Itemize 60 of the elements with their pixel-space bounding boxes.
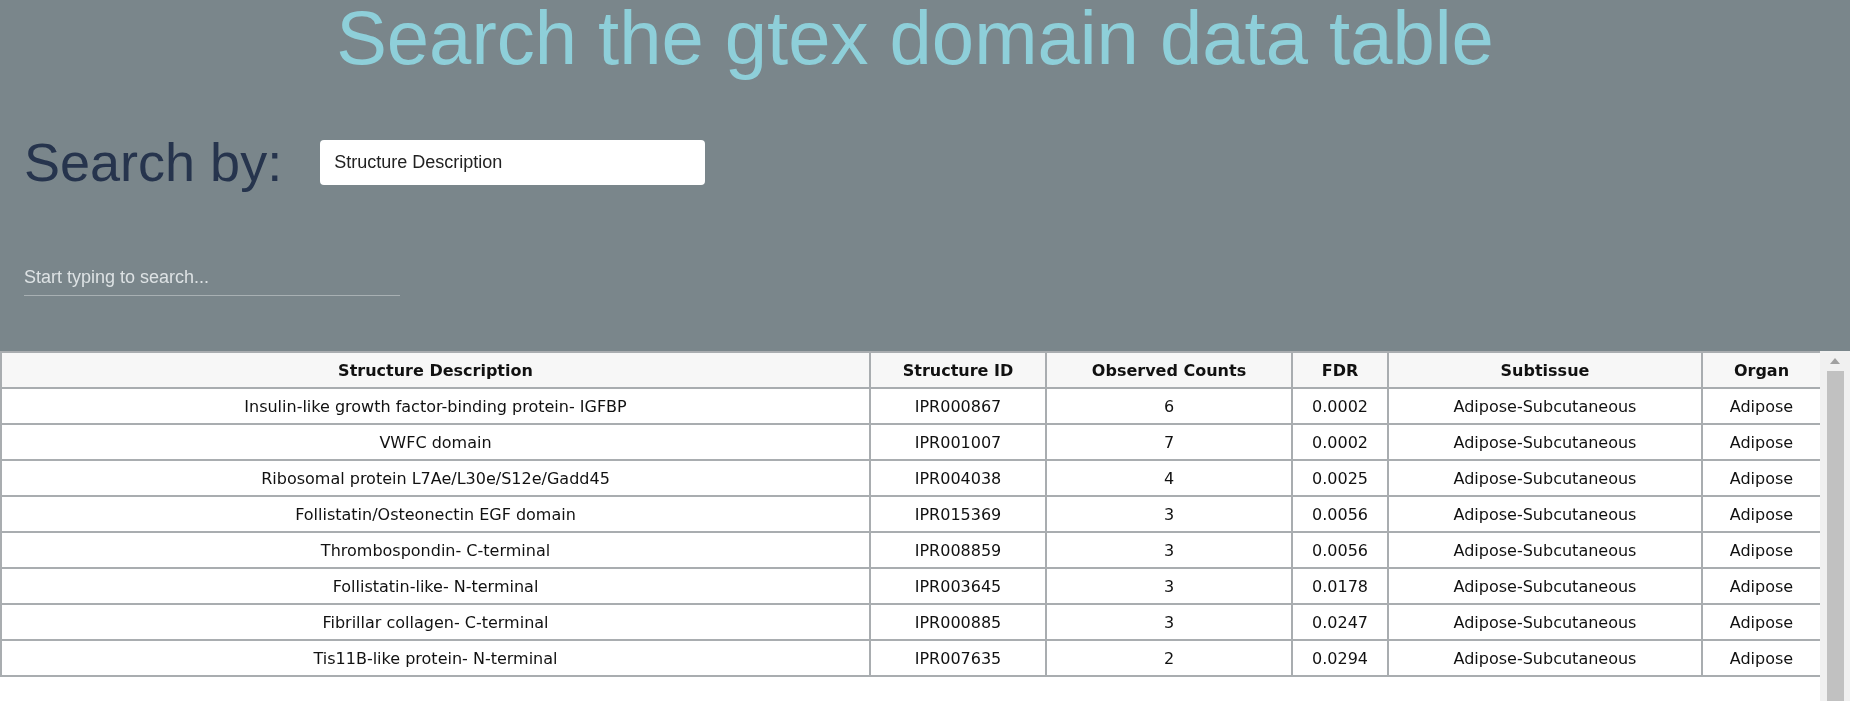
- table-cell: Adipose: [1702, 640, 1820, 676]
- table-cell: Adipose-Subcutaneous: [1388, 604, 1702, 640]
- scroll-up-icon[interactable]: [1830, 358, 1840, 364]
- table-cell: Adipose: [1702, 604, 1820, 640]
- search-by-select[interactable]: Structure Description: [320, 139, 706, 185]
- table-cell: IPR015369: [870, 496, 1046, 532]
- table-cell: IPR007635: [870, 640, 1046, 676]
- table-cell: IPR001007: [870, 424, 1046, 460]
- table-cell: Adipose: [1702, 424, 1820, 460]
- table-cell: Adipose: [1702, 460, 1820, 496]
- table-cell: 0.0056: [1292, 532, 1388, 568]
- table-cell: Adipose: [1702, 568, 1820, 604]
- table-cell: Adipose: [1702, 388, 1820, 424]
- table-cell: IPR004038: [870, 460, 1046, 496]
- table-cell: Adipose-Subcutaneous: [1388, 424, 1702, 460]
- table-cell: Thrombospondin- C-terminal: [1, 532, 870, 568]
- table-cell: 4: [1046, 460, 1292, 496]
- table-cell: Adipose-Subcutaneous: [1388, 640, 1702, 676]
- column-header[interactable]: Subtissue: [1388, 352, 1702, 388]
- table-cell: 0.0002: [1292, 388, 1388, 424]
- column-header[interactable]: Structure Description: [1, 352, 870, 388]
- column-header[interactable]: FDR: [1292, 352, 1388, 388]
- table-cell: IPR000867: [870, 388, 1046, 424]
- table-cell: Insulin-like growth factor-binding protein- IGFBP: [1, 388, 870, 424]
- search-field[interactable]: Start typing to search...: [24, 260, 400, 296]
- table-cell: 6: [1046, 388, 1292, 424]
- table-cell: VWFC domain: [1, 424, 870, 460]
- table-cell: IPR003645: [870, 568, 1046, 604]
- table-cell: 0.0178: [1292, 568, 1388, 604]
- table-cell: Fibrillar collagen- C-terminal: [1, 604, 870, 640]
- table-cell: Adipose-Subcutaneous: [1388, 460, 1702, 496]
- column-header[interactable]: Observed Counts: [1046, 352, 1292, 388]
- column-header[interactable]: Structure ID: [870, 352, 1046, 388]
- table-cell: 0.0294: [1292, 640, 1388, 676]
- table-cell: Adipose-Subcutaneous: [1388, 532, 1702, 568]
- table-cell: IPR000885: [870, 604, 1046, 640]
- table-cell: 3: [1046, 496, 1292, 532]
- table-cell: IPR008859: [870, 532, 1046, 568]
- table-cell: 0.0056: [1292, 496, 1388, 532]
- table-cell: Adipose-Subcutaneous: [1388, 568, 1702, 604]
- table-cell: Adipose: [1702, 496, 1820, 532]
- table-cell: 0.0002: [1292, 424, 1388, 460]
- table-cell: Tis11B-like protein- N-terminal: [1, 640, 870, 676]
- search-by-label: Search by:: [24, 131, 283, 194]
- scrollbar-thumb[interactable]: [1826, 371, 1844, 701]
- table-cell: Adipose-Subcutaneous: [1388, 496, 1702, 532]
- table-cell: Ribosomal protein L7Ae/L30e/S12e/Gadd45: [1, 460, 870, 496]
- table-cell: Follistatin/Osteonectin EGF domain: [1, 496, 870, 532]
- scrollbar[interactable]: [1820, 351, 1850, 701]
- table-cell: 0.0247: [1292, 604, 1388, 640]
- column-header[interactable]: Organ: [1702, 352, 1820, 388]
- table-cell: 2: [1046, 640, 1292, 676]
- table-cell: 7: [1046, 424, 1292, 460]
- table-cell: 3: [1046, 532, 1292, 568]
- table-cell: 3: [1046, 604, 1292, 640]
- table-cell: Adipose: [1702, 532, 1820, 568]
- table-cell: 0.0025: [1292, 460, 1388, 496]
- table-cell: Adipose-Subcutaneous: [1388, 388, 1702, 424]
- table-cell: Follistatin-like- N-terminal: [1, 568, 870, 604]
- table-cell: 3: [1046, 568, 1292, 604]
